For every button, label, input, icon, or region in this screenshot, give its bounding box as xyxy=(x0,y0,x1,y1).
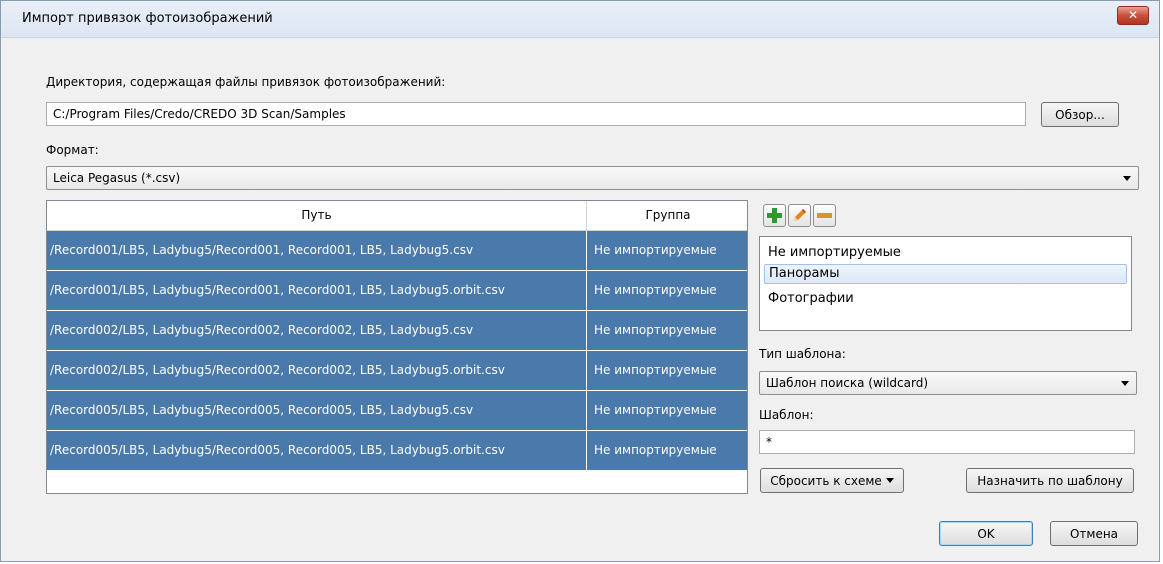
cell-path: /Record001/LB5, Ladybug5/Record001, Reco… xyxy=(50,271,587,310)
cell-path: /Record002/LB5, Ladybug5/Record002, Reco… xyxy=(50,311,587,350)
close-button[interactable]: ✕ xyxy=(1117,6,1149,25)
table-row[interactable]: /Record001/LB5, Ladybug5/Record001, Reco… xyxy=(47,231,747,271)
cell-path: /Record005/LB5, Ladybug5/Record005, Reco… xyxy=(50,431,587,470)
cell-path: /Record002/LB5, Ladybug5/Record002, Reco… xyxy=(50,351,587,390)
remove-group-button[interactable] xyxy=(813,204,836,227)
ok-button[interactable]: OK xyxy=(939,521,1033,546)
template-label: Шаблон: xyxy=(759,408,814,422)
column-header-path[interactable]: Путь xyxy=(47,201,587,230)
table-row[interactable]: /Record001/LB5, Ladybug5/Record001, Reco… xyxy=(47,271,747,311)
reset-to-scheme-button[interactable]: Сбросить к схеме xyxy=(760,468,904,493)
template-type-select[interactable]: Шаблон поиска (wildcard) xyxy=(759,371,1137,395)
cell-group: Не импортируемые xyxy=(594,243,717,257)
chevron-down-icon xyxy=(1123,176,1131,181)
template-type-label: Тип шаблона: xyxy=(759,347,846,361)
cell-path: /Record005/LB5, Ladybug5/Record005, Reco… xyxy=(50,391,587,430)
template-input[interactable]: * xyxy=(759,430,1135,454)
table-row[interactable]: /Record005/LB5, Ladybug5/Record005, Reco… xyxy=(47,431,747,471)
cell-group: Не импортируемые xyxy=(594,323,717,337)
add-group-button[interactable] xyxy=(763,204,786,227)
pencil-icon xyxy=(794,209,806,221)
minus-icon xyxy=(817,213,832,218)
template-type-value: Шаблон поиска (wildcard) xyxy=(766,376,929,390)
table-header: Путь Группа xyxy=(47,201,747,231)
plus-icon xyxy=(767,208,782,223)
dialog-title: Импорт привязок фотоизображений xyxy=(22,11,273,26)
dropdown-arrow-icon xyxy=(885,478,894,483)
reset-label: Сбросить к схеме xyxy=(770,473,882,488)
groups-list[interactable]: Не импортируемые Панорамы Фотографии xyxy=(759,236,1132,331)
browse-button[interactable]: Обзор... xyxy=(1041,102,1119,127)
format-value: Leica Pegasus (*.csv) xyxy=(53,171,181,185)
cell-path: /Record001/LB5, Ladybug5/Record001, Reco… xyxy=(50,231,587,270)
import-dialog: Импорт привязок фотоизображений ✕ Директ… xyxy=(0,0,1160,562)
cell-group: Не импортируемые xyxy=(594,363,717,377)
table-row[interactable]: /Record002/LB5, Ladybug5/Record002, Reco… xyxy=(47,351,747,391)
list-item-panoramas[interactable]: Панорамы xyxy=(764,264,1127,284)
column-header-group[interactable]: Группа xyxy=(587,201,747,230)
edit-group-button[interactable] xyxy=(788,204,811,227)
chevron-down-icon xyxy=(1121,381,1129,386)
table-row[interactable]: /Record002/LB5, Ladybug5/Record002, Reco… xyxy=(47,311,747,351)
format-select[interactable]: Leica Pegasus (*.csv) xyxy=(46,166,1139,190)
cell-group: Не импортируемые xyxy=(594,403,717,417)
title-bar: Импорт привязок фотоизображений ✕ xyxy=(1,1,1159,38)
format-label: Формат: xyxy=(46,143,99,157)
table-row[interactable]: /Record005/LB5, Ladybug5/Record005, Reco… xyxy=(47,391,747,431)
list-item-photos[interactable]: Фотографии xyxy=(764,289,1127,309)
files-table[interactable]: Путь Группа /Record001/LB5, Ladybug5/Rec… xyxy=(46,200,748,494)
directory-input[interactable]: C:/Program Files/Credo/CREDO 3D Scan/Sam… xyxy=(46,102,1026,126)
assign-by-template-button[interactable]: Назначить по шаблону xyxy=(966,468,1134,493)
cell-group: Не импортируемые xyxy=(594,443,717,457)
cell-group: Не импортируемые xyxy=(594,283,717,297)
list-item-not-imported[interactable]: Не импортируемые xyxy=(764,243,1127,263)
cancel-button[interactable]: Отмена xyxy=(1050,521,1138,546)
directory-label: Директория, содержащая файлы привязок фо… xyxy=(46,75,446,89)
